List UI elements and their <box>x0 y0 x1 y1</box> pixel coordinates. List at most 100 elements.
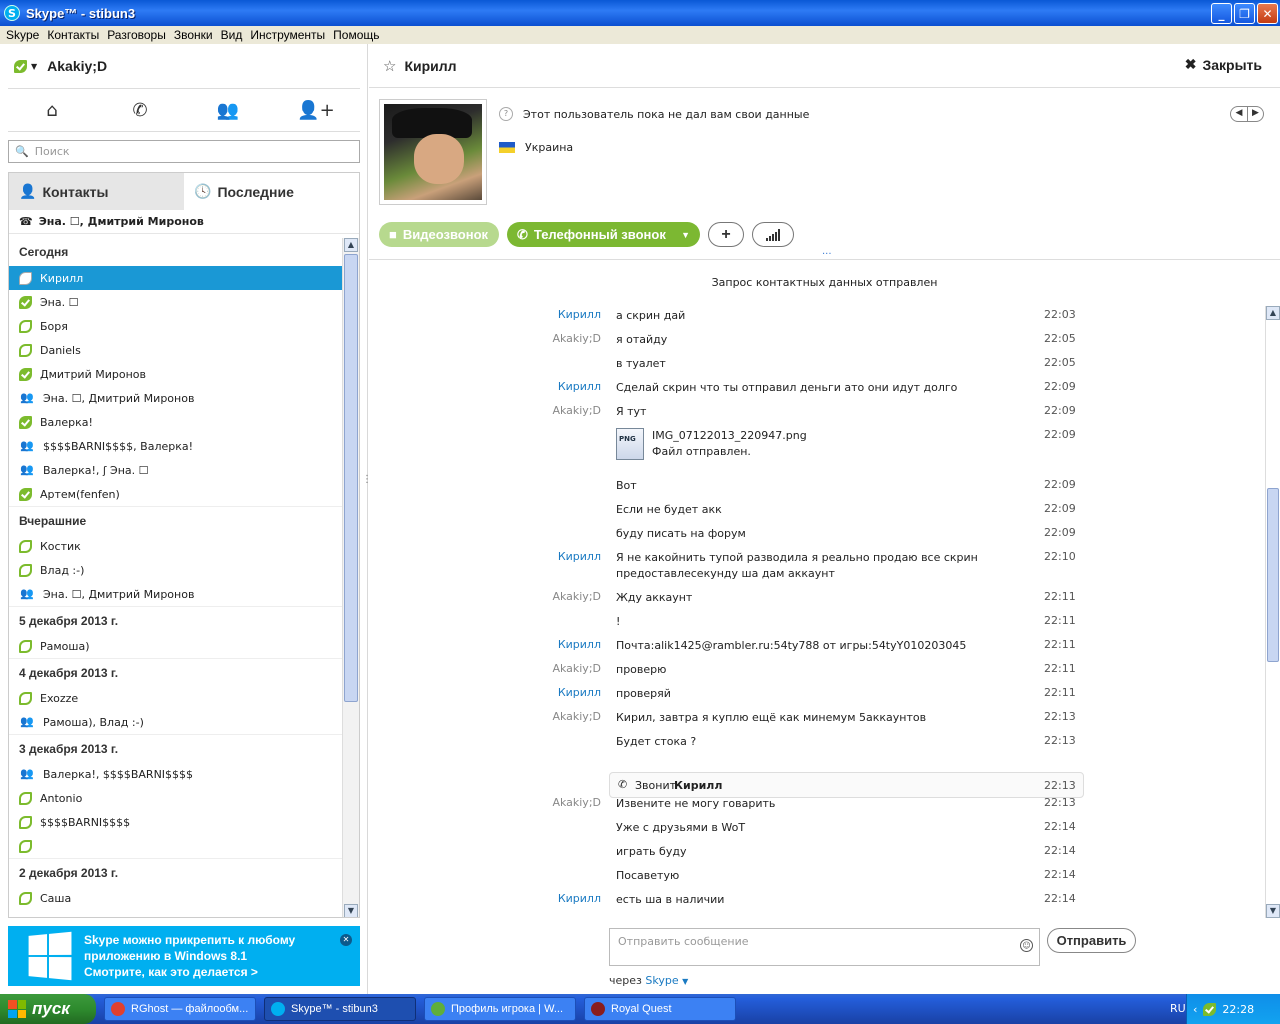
contacts-group-icon[interactable]: 👥 <box>208 95 248 125</box>
scroll-up-button[interactable]: ▲ <box>344 238 358 252</box>
message-sender[interactable]: Кирилл <box>509 550 601 563</box>
tab-recent[interactable]: 🕓 Последние <box>184 173 359 210</box>
close-window-button[interactable]: ✕ <box>1257 3 1278 24</box>
recent-item[interactable]: Валерка! <box>9 410 343 434</box>
phone-call-button[interactable]: ✆ Телефонный звонок ▼ <box>507 222 700 247</box>
my-username[interactable]: Akakiy;D <box>47 58 107 74</box>
next-icon[interactable]: ▶ <box>1247 107 1263 121</box>
message-sender[interactable]: Кирилл <box>509 308 601 321</box>
recent-item[interactable]: 👥 Эна. ☐, Дмитрий Миронов <box>9 582 343 606</box>
title-bar[interactable]: S Skype™ - stibun3 _ ❐ ✕ <box>0 0 1280 26</box>
recent-item[interactable]: 👥 Валерка!, ʃ Эна. ☐ <box>9 458 343 482</box>
message-sender[interactable]: Akakiy;D <box>509 796 601 809</box>
video-call-button[interactable]: ■ Видеозвонок <box>379 222 499 247</box>
recent-item-label: $$$$BARNI$$$$ <box>40 815 131 829</box>
tray-chevron-icon[interactable]: ‹ <box>1193 1003 1197 1016</box>
taskbar-task[interactable]: Профиль игрока | W... <box>424 997 576 1021</box>
menu-item-0[interactable]: Skype <box>2 28 43 42</box>
recent-item[interactable] <box>9 834 343 858</box>
via-skype-dropdown[interactable]: Skype <box>645 974 678 987</box>
restore-button[interactable]: ❐ <box>1234 3 1255 24</box>
add-button[interactable]: + <box>708 222 744 247</box>
recent-item[interactable]: Боря <box>9 314 343 338</box>
chevron-down-icon[interactable]: ▼ <box>31 62 37 71</box>
taskbar-task[interactable]: Royal Quest <box>584 997 736 1021</box>
recent-item[interactable]: 👥 Валерка!, $$$$BARNI$$$$ <box>9 762 343 786</box>
promo-line1: Skype можно прикрепить к любому <box>84 933 296 947</box>
message-sender[interactable]: Кирилл <box>509 380 601 393</box>
promo-close-icon[interactable]: ✕ <box>340 934 352 946</box>
star-icon[interactable]: ☆ <box>383 57 396 75</box>
message-sender[interactable]: Akakiy;D <box>509 662 601 675</box>
scroll-thumb[interactable] <box>1267 488 1279 662</box>
recent-item[interactable]: Exozze <box>9 686 343 710</box>
message-text: Посаветую <box>616 869 680 882</box>
offline-status-icon <box>19 791 32 805</box>
message-input[interactable]: Отправить сообщение ☺ <box>609 928 1040 966</box>
recent-item[interactable]: $$$$BARNI$$$$ <box>9 810 343 834</box>
search-input[interactable]: 🔍 Поиск <box>8 140 360 163</box>
taskbar-task[interactable]: RGhost — файлообм... <box>104 997 256 1021</box>
message-sender[interactable]: Кирилл <box>509 686 601 699</box>
contact-avatar[interactable] <box>379 99 487 205</box>
scroll-down-button[interactable]: ▼ <box>344 904 358 917</box>
pinned-call[interactable]: ☎ Эна. ☐, Дмитрий Миронов <box>9 210 359 234</box>
message-time: 22:11 <box>1044 590 1076 603</box>
recent-item[interactable]: Влад :-) <box>9 558 343 582</box>
menu-item-5[interactable]: Инструменты <box>246 28 329 42</box>
scroll-thumb[interactable] <box>344 254 358 702</box>
start-button[interactable]: пуск <box>0 994 96 1024</box>
language-indicator[interactable]: RU <box>1170 1002 1186 1015</box>
promo-banner[interactable]: Skype можно прикрепить к любому приложен… <box>8 926 360 986</box>
home-icon[interactable]: ⌂ <box>32 95 72 125</box>
recent-item[interactable]: Костик <box>9 534 343 558</box>
recent-item[interactable]: 👥 Эна. ☐, Дмитрий Миронов <box>9 386 343 410</box>
chevron-down-icon[interactable]: ▼ <box>682 977 688 986</box>
promo-link[interactable]: Смотрите, как это делается > <box>84 964 295 980</box>
message-time: 22:13 <box>1044 710 1076 723</box>
message-sender[interactable]: Akakiy;D <box>509 590 601 603</box>
scroll-down-button[interactable]: ▼ <box>1266 904 1280 918</box>
my-status[interactable]: ▼ Akakiy;D <box>14 58 107 74</box>
minimize-button[interactable]: _ <box>1211 3 1232 24</box>
recent-item[interactable]: Кирилл <box>9 266 343 290</box>
recent-item[interactable]: Рамоша) <box>9 634 343 658</box>
close-chat-button[interactable]: ✖ Закрыть <box>1185 56 1262 73</box>
recent-item[interactable]: Эна. ☐ <box>9 290 343 314</box>
prev-icon[interactable]: ◀ <box>1231 107 1247 121</box>
message-sender[interactable]: Akakiy;D <box>509 710 601 723</box>
menu-item-6[interactable]: Помощь <box>329 28 383 42</box>
phone-icon[interactable]: ✆ <box>120 95 160 125</box>
call-quality-button[interactable] <box>752 222 794 247</box>
recent-item[interactable]: 👥 Рамоша), Влад :-) <box>9 710 343 734</box>
recent-item[interactable]: Дмитрий Миронов <box>9 362 343 386</box>
tab-contacts[interactable]: 👤 Контакты <box>9 173 184 210</box>
emoticon-icon[interactable]: ☺ <box>1020 939 1033 952</box>
recent-item[interactable]: Daniels <box>9 338 343 362</box>
send-button[interactable]: Отправить <box>1047 928 1136 953</box>
skype-tray-icon[interactable] <box>1203 1002 1217 1016</box>
message-sender[interactable]: Кирилл <box>509 892 601 905</box>
message-sender[interactable]: Кирилл <box>509 638 601 651</box>
recent-item[interactable]: Antonio <box>9 786 343 810</box>
menu-item-2[interactable]: Разговоры <box>103 28 170 42</box>
recent-item-label: Боря <box>40 319 68 333</box>
recent-item[interactable]: Саша <box>9 886 343 910</box>
message-sender[interactable]: Akakiy;D <box>509 404 601 417</box>
list-scrollbar[interactable]: ▲ ▼ <box>342 238 359 917</box>
message-time: 22:14 <box>1044 844 1076 857</box>
menu-item-1[interactable]: Контакты <box>43 28 103 42</box>
file-name[interactable]: IMG_07122013_220947.png <box>652 428 807 444</box>
taskbar-task[interactable]: Skype™ - stibun3 <box>264 997 416 1021</box>
menu-item-3[interactable]: Звонки <box>170 28 217 42</box>
online-status-icon[interactable] <box>14 59 27 73</box>
png-file-icon[interactable]: PNG <box>616 428 644 460</box>
menu-item-4[interactable]: Вид <box>217 28 247 42</box>
recent-item[interactable]: 👥 $$$$BARNI$$$$, Валерка! <box>9 434 343 458</box>
recent-item[interactable]: Артем(fenfen) <box>9 482 343 506</box>
message-sender[interactable]: Akakiy;D <box>509 332 601 345</box>
add-contact-icon[interactable]: 👤+ <box>296 95 336 125</box>
chat-scrollbar[interactable]: ▲ ▼ <box>1265 306 1280 918</box>
scroll-up-button[interactable]: ▲ <box>1266 306 1280 320</box>
chevron-down-icon[interactable]: ▼ <box>681 230 690 240</box>
